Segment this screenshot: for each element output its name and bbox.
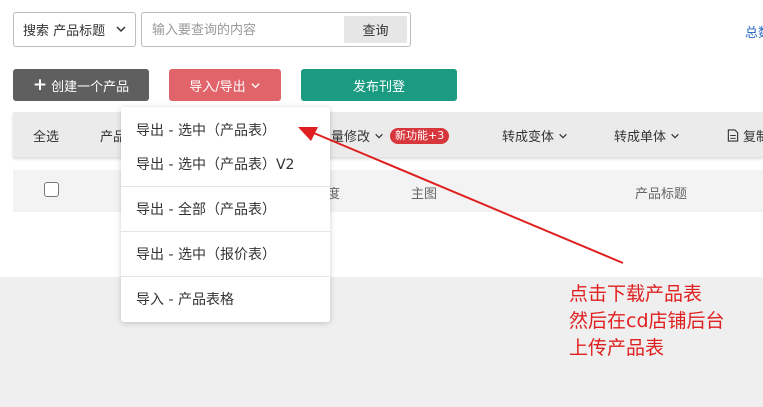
chevron-down-icon	[559, 133, 567, 139]
select-all-checkbox[interactable]	[44, 182, 59, 197]
select-all-button[interactable]: 全选	[33, 126, 59, 145]
annotation-line: 上传产品表	[569, 337, 665, 359]
import-export-button[interactable]: 导入/导出	[169, 69, 281, 101]
bulk-edit-menu[interactable]: 批量修改 新功能+3	[318, 126, 450, 145]
menu-item-export-selected-product-v2[interactable]: 导出 - 选中（产品表）V2	[136, 154, 294, 174]
annotation-text: 点击下载产品表 然后在cd店铺后台 上传产品表	[569, 281, 725, 362]
search-field-select[interactable]: 搜索 产品标题	[13, 12, 136, 47]
menu-item-export-selected-product[interactable]: 导出 - 选中（产品表）	[136, 120, 276, 140]
menu-item-export-all-product[interactable]: 导出 - 全部（产品表）	[136, 199, 276, 219]
search-field-select-label: 搜索 产品标题	[23, 24, 106, 39]
chevron-down-icon	[671, 133, 679, 139]
total-link[interactable]: 总数	[745, 22, 763, 41]
query-button[interactable]: 查询	[344, 16, 407, 43]
menu-divider	[121, 231, 330, 232]
create-product-label: 创建一个产品	[51, 79, 130, 95]
menu-item-export-selected-quote[interactable]: 导出 - 选中（报价表）	[136, 244, 276, 264]
to-variant-menu[interactable]: 转成变体	[502, 126, 568, 145]
create-product-button[interactable]: + 创建一个产品	[13, 69, 149, 101]
new-feature-badge: 新功能+3	[390, 127, 450, 144]
to-variant-label: 转成变体	[502, 130, 555, 145]
copy-button[interactable]: 复制	[727, 126, 763, 145]
search-input[interactable]	[152, 20, 342, 40]
to-single-menu[interactable]: 转成单体	[614, 126, 680, 145]
menu-divider	[121, 276, 330, 277]
plus-icon: +	[32, 74, 48, 95]
page: 搜索 产品标题 查询 总数 + 创建一个产品 导入/导出 发布刊登 全选 产品 …	[0, 0, 763, 407]
annotation-line: 然后在cd店铺后台	[569, 310, 725, 332]
chevron-down-icon	[251, 82, 260, 88]
copy-label: 复制	[743, 130, 763, 145]
column-main-image: 主图	[411, 187, 438, 202]
to-single-label: 转成单体	[614, 130, 667, 145]
search-box: 查询	[141, 12, 411, 47]
import-export-label: 导入/导出	[189, 79, 246, 95]
chevron-down-icon	[116, 26, 126, 33]
column-product-title: 产品标题	[635, 187, 688, 202]
annotation-line: 点击下载产品表	[569, 283, 703, 305]
document-icon	[727, 129, 739, 142]
menu-item-import-product-sheet[interactable]: 导入 - 产品表格	[136, 289, 234, 309]
publish-button[interactable]: 发布刊登	[301, 69, 457, 101]
menu-divider	[121, 186, 330, 187]
import-export-dropdown: 导出 - 选中（产品表） 导出 - 选中（产品表）V2 导出 - 全部（产品表）…	[121, 107, 330, 322]
chevron-down-icon	[375, 133, 383, 139]
